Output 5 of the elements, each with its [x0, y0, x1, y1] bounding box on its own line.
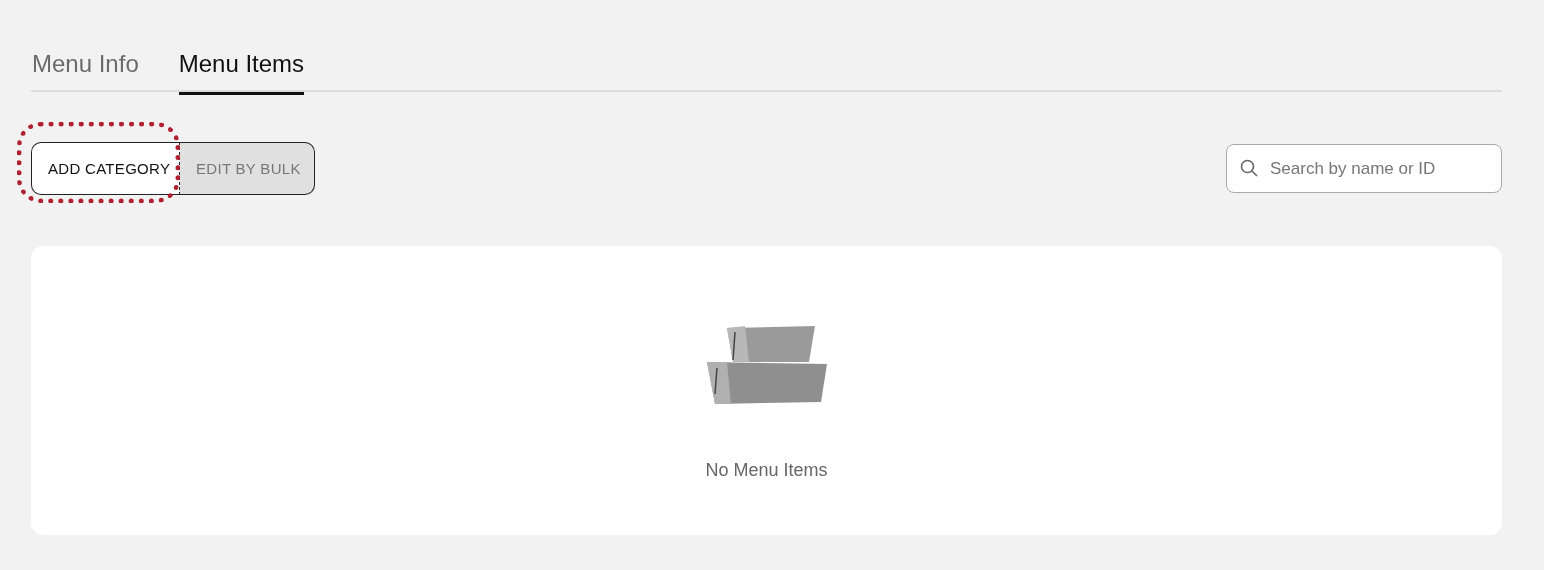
add-category-button[interactable]: ADD CATEGORY — [31, 142, 180, 195]
search-field[interactable]: Search by name or ID — [1226, 144, 1502, 193]
empty-message: No Menu Items — [705, 460, 828, 481]
tab[interactable]: Menu Items — [178, 38, 305, 95]
tab[interactable]: Menu Info — [32, 38, 139, 95]
